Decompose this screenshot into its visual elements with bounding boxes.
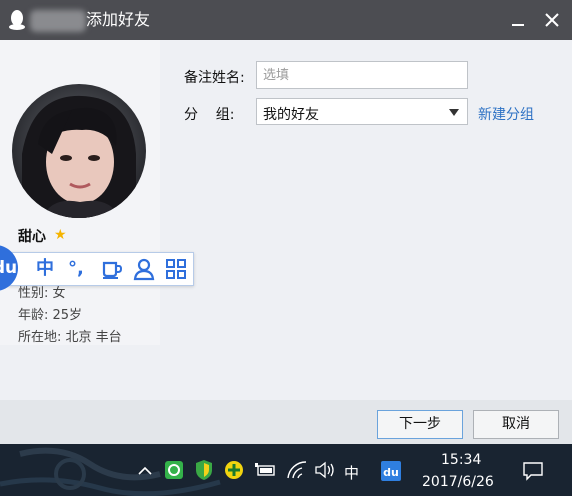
ime-language-indicator[interactable]: 中 [344,462,359,483]
notification-icon[interactable] [522,460,544,482]
new-group-link[interactable]: 新建分组 [478,104,534,124]
blurred-title-region [30,10,86,32]
minimize-button[interactable] [504,6,532,34]
next-button[interactable]: 下一步 [377,410,463,439]
age-info: 年龄: 25岁 [18,308,83,323]
add-friend-window: 添加好友 甜心 ★ 性别: 女 年龄: 25岁 所在地: 北京 丰台 du [0,0,572,444]
ime-chinese-mode-button[interactable]: 中 [36,257,54,281]
person-icon[interactable] [132,257,156,281]
nickname: 甜心 [18,229,46,245]
group-label: 分 组: [184,107,235,123]
group-select-value: 我的好友 [263,107,319,123]
dropdown-caret-icon [449,109,459,116]
window-title: 添加好友 [86,10,151,29]
avatar [12,84,146,218]
star-icon: ★ [54,227,67,243]
chevron-up-icon[interactable] [136,462,154,480]
remark-label: 备注姓名: [184,70,245,86]
cup-icon[interactable] [100,257,124,281]
title-bar[interactable]: 添加好友 [0,0,572,40]
svg-text:du: du [383,466,399,479]
close-button[interactable] [538,6,566,34]
clock-time[interactable]: 15:34 [441,452,481,468]
group-select[interactable]: 我的好友 [256,98,468,125]
app-green-icon[interactable] [164,460,184,480]
ime-punctuation-button[interactable]: °, [68,257,84,281]
battery-icon[interactable] [254,462,276,478]
location-info: 所在地: 北京 丰台 [18,330,122,345]
qq-penguin-icon [9,10,25,30]
remark-name-input[interactable] [256,61,468,89]
grid-icon[interactable] [164,257,188,281]
clock-date[interactable]: 2017/6/26 [422,474,494,490]
volume-icon[interactable] [314,461,336,479]
baidu-ime-icon[interactable]: du [380,460,402,482]
plus-icon[interactable] [224,460,244,480]
shield-icon[interactable] [194,459,214,481]
wifi-icon[interactable] [286,460,308,480]
cancel-button[interactable]: 取消 [473,410,559,439]
